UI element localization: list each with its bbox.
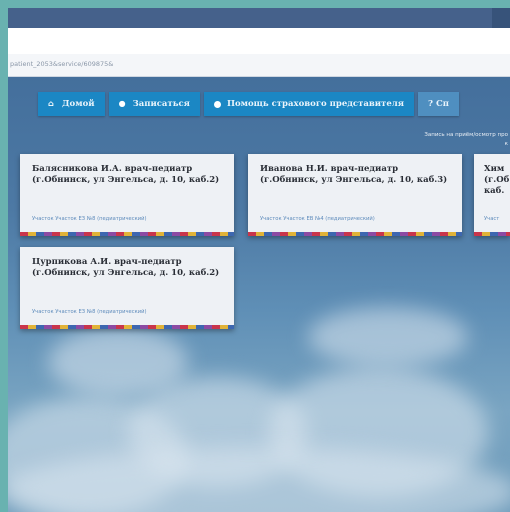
dot-icon	[213, 100, 221, 108]
chat-icon: ●	[118, 99, 126, 108]
doctor-card-district: Участок Участок ЕЗ №8 (педиатрический)	[32, 216, 147, 222]
doctor-card-title: Хим (г.Об каб.	[484, 164, 510, 196]
nav-insurance-help-button[interactable]: Помощь страхового представителя	[203, 92, 415, 116]
url-text: patient_2053&service/609875&	[10, 60, 114, 68]
doctor-card[interactable]: Балясникова И.А. врач-педиатр (г.Обнинск…	[20, 154, 234, 236]
doctor-card-title: Балясникова И.А. врач-педиатр (г.Обнинск…	[32, 164, 220, 185]
doctor-card-district: Участок Участок ЕВ №4 (педиатрический)	[260, 216, 375, 222]
card-stripe	[474, 232, 510, 236]
nav-signup-label: Записаться	[132, 99, 190, 109]
card-stripe	[20, 325, 234, 329]
nav-insurance-help-label: Помощь страхового представителя	[226, 99, 405, 109]
card-stripe	[20, 232, 234, 236]
doctor-card-district: Участ	[484, 216, 500, 222]
main-nav: ⌂ Домой ● Записаться Помощь страхового п…	[38, 92, 459, 116]
browser-toolbar	[8, 28, 510, 55]
nav-help-label: ? Сп	[428, 99, 449, 109]
note-line-2: к	[504, 141, 508, 147]
cloud	[308, 307, 468, 367]
nav-home-label: Домой	[62, 99, 95, 109]
photo-frame: patient_2053&service/609875& ⌂ Домой ● З…	[0, 0, 510, 512]
doctor-card[interactable]: Хим (г.Об каб. Участ	[474, 154, 510, 236]
screen: patient_2053&service/609875& ⌂ Домой ● З…	[8, 8, 510, 512]
address-bar[interactable]: patient_2053&service/609875&	[8, 54, 510, 77]
nav-home-button[interactable]: ⌂ Домой	[38, 92, 105, 116]
nav-help-button[interactable]: ? Сп	[418, 92, 459, 116]
nav-signup-button[interactable]: ● Записаться	[108, 92, 200, 116]
note-line-1: Запись на приём/осмотр про	[424, 132, 508, 138]
doctor-card[interactable]: Иванова Н.И. врач-педиатр (г.Обнинск, ул…	[248, 154, 462, 236]
home-icon: ⌂	[48, 99, 54, 108]
page-content: ⌂ Домой ● Записаться Помощь страхового п…	[8, 77, 510, 512]
doctor-card-title: Иванова Н.И. врач-педиатр (г.Обнинск, ул…	[260, 164, 448, 185]
card-stripe	[248, 232, 462, 236]
browser-tab[interactable]	[492, 8, 510, 28]
cloud	[48, 327, 188, 397]
doctor-card[interactable]: Цурпикова А.И. врач-педиатр (г.Обнинск, …	[20, 247, 234, 329]
doctor-card-district: Участок Участок ЕЗ №8 (педиатрический)	[32, 309, 147, 315]
browser-titlebar	[8, 8, 510, 28]
appointment-note: Запись на приём/осмотр про к	[424, 131, 508, 149]
doctor-card-title: Цурпикова А.И. врач-педиатр (г.Обнинск, …	[32, 257, 220, 278]
